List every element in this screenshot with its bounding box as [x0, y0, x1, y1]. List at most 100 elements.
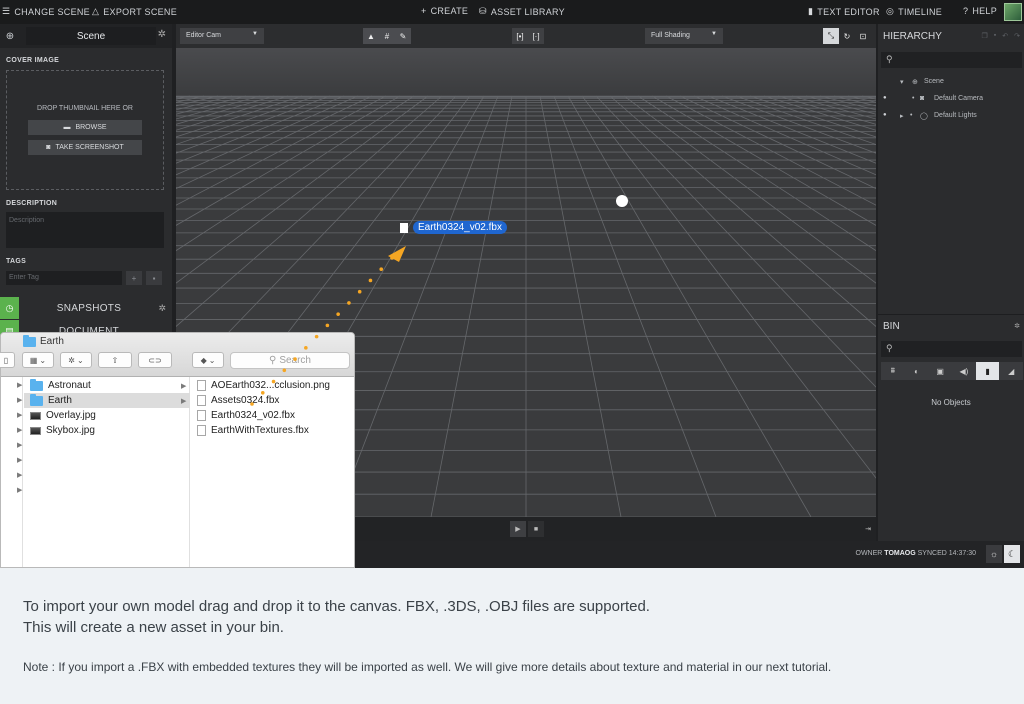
expand-arrow-icon[interactable]: ▸ [900, 112, 904, 120]
share-icon[interactable]: ⇧ [98, 352, 132, 368]
material-filter-icon[interactable]: ◐ [905, 362, 929, 380]
list-item[interactable]: Astronaut ▶ [24, 378, 190, 393]
camera-icon: ◙ [46, 144, 51, 151]
texture-filter-icon[interactable]: ▣ [928, 362, 952, 380]
finder-window[interactable]: Earth ▯ ▦ ⌄ ✲ ⌄ ⇧ ⊂⊃ ◆ ⌄ ⚲ Search ▶ ▶ ▶ ▶ [0, 332, 355, 568]
trash-icon[interactable]: ▪ [994, 32, 996, 40]
frame-all-icon[interactable]: [·] [528, 28, 544, 44]
expand-arrow-icon[interactable]: ▶ [17, 456, 22, 464]
terrain-icon[interactable]: ▲ [363, 28, 379, 44]
export-scene-button[interactable]: △ EXPORT SCENE [92, 6, 177, 17]
tag-input[interactable]: Enter Tag [6, 271, 122, 285]
create-button[interactable]: + CREATE [421, 6, 468, 16]
expand-arrow-icon[interactable]: ▶ [17, 411, 22, 419]
trash-icon[interactable]: ▪ [146, 271, 162, 285]
dropbox-button[interactable]: ◆ ⌄ [192, 352, 224, 368]
expand-arrow-icon[interactable]: ▶ [17, 426, 22, 434]
expand-arrow-icon[interactable]: ▶ [17, 486, 22, 494]
chevron-down-icon: ⌄ [77, 355, 84, 365]
list-item[interactable]: Assets0324.fbx [191, 393, 279, 408]
user-avatar[interactable] [1004, 3, 1022, 21]
grid-icon[interactable]: # [379, 28, 395, 44]
eye-icon[interactable]: ● [883, 112, 887, 118]
finder-column-earth: AOEarth032...cclusion.png Assets0324.fbx… [191, 377, 354, 567]
chevron-down-icon: ⌄ [208, 355, 216, 365]
file-icon [197, 425, 206, 436]
hierarchy-search-input[interactable]: ⚲ [881, 52, 1022, 68]
undo-icon[interactable]: ↶ [1002, 32, 1008, 40]
thumbnail-drop-zone[interactable]: DROP THUMBNAIL HERE OR ▬ BROWSE ◙ TAKE S… [6, 70, 164, 190]
gear-icon[interactable]: ✲ [158, 303, 166, 314]
camera-select[interactable]: Editor Cam ▼ [180, 28, 264, 44]
light-icon: ◯ [920, 113, 928, 120]
expand-icon[interactable]: ⇥ [860, 521, 876, 537]
change-scene-button[interactable]: ☰ CHANGE SCENE [2, 6, 90, 17]
gear-icon: ✲ [68, 355, 75, 365]
scale-icon[interactable]: ⊡ [855, 28, 871, 44]
search-icon: ⚲ [886, 343, 893, 353]
list-item-selected[interactable]: Earth ▶ [24, 393, 190, 408]
sidebar-toggle-icon[interactable]: ▯ [0, 352, 15, 368]
list-item[interactable]: Skybox.jpg [24, 423, 190, 438]
rotate-icon[interactable]: ↻ [839, 28, 855, 44]
mesh-filter-icon[interactable]: ◢ [999, 362, 1023, 380]
asset-library-button[interactable]: ⛁ ASSET LIBRARY [479, 6, 565, 17]
scene-name-field[interactable]: Scene [26, 27, 156, 45]
text-editor-button[interactable]: ▮ TEXT EDITOR [808, 6, 880, 17]
list-item[interactable]: AOEarth032...cclusion.png [191, 378, 330, 393]
gear-icon[interactable]: ✲ [1014, 322, 1020, 330]
redo-icon[interactable]: ↷ [1014, 32, 1020, 40]
take-screenshot-button[interactable]: ◙ TAKE SCREENSHOT [28, 140, 142, 155]
tree-item-scene[interactable]: ▾ ⊕ Scene [878, 74, 1024, 90]
add-tag-button[interactable]: + [126, 271, 142, 285]
gear-icon[interactable]: ✲ [158, 29, 166, 40]
moon-icon[interactable]: ☾ [1004, 545, 1020, 563]
stop-icon[interactable]: ■ [528, 521, 544, 537]
expand-arrow-icon[interactable]: ▾ [900, 78, 904, 86]
finder-search-input[interactable]: ⚲ Search [230, 352, 350, 369]
chevron-down-icon: ▼ [252, 31, 258, 37]
pencil-icon[interactable]: ✎ [395, 28, 411, 44]
menu-icon: ☰ [2, 6, 11, 16]
list-item[interactable]: Earth0324_v02.fbx [191, 408, 295, 423]
duplicate-icon[interactable]: ❐ [981, 32, 987, 40]
play-icon[interactable]: ▶ [510, 521, 526, 537]
list-item[interactable]: EarthWithTextures.fbx [191, 423, 309, 438]
snapshots-label: SNAPSHOTS [56, 302, 122, 314]
tree-item-default-lights[interactable]: ● ▸ • ◯ Default Lights [878, 108, 1024, 124]
shading-select[interactable]: Full Shading ▼ [645, 28, 723, 44]
drop-thumbnail-text: DROP THUMBNAIL HERE OR [37, 105, 133, 112]
view-options-button[interactable]: ▦ ⌄ [22, 352, 54, 368]
document-filter-icon[interactable]: ▮ [975, 362, 1000, 380]
snapshots-section[interactable]: ◷ SNAPSHOTS ✲ [0, 297, 172, 319]
tag-icon[interactable]: ⊂⊃ [138, 352, 172, 368]
move-icon[interactable]: ⤡ [823, 28, 839, 44]
description-field[interactable]: Description [6, 212, 164, 248]
globe-icon[interactable]: ⊕ [0, 24, 20, 48]
scene-filter-icon[interactable]: ⩩ [881, 362, 905, 380]
bin-search-input[interactable]: ⚲ [881, 341, 1022, 357]
expand-arrow-icon[interactable]: ▶ [17, 396, 22, 404]
timeline-button[interactable]: ◎ TIMELINE [886, 6, 942, 17]
timeline-icon: ◎ [886, 6, 895, 16]
viewport-toolbar: Editor Cam ▼ ▲ # ✎ [•] [·] Full Shading … [176, 24, 876, 48]
image-file-icon [30, 426, 41, 435]
browse-button[interactable]: ▬ BROWSE [28, 120, 142, 135]
frame-selection-icon[interactable]: [•] [512, 28, 528, 44]
list-item[interactable]: Overlay.jpg [24, 408, 190, 423]
expand-arrow-icon[interactable]: ▶ [17, 381, 22, 389]
caption-main-text: To import your own model drag and drop i… [23, 596, 650, 638]
panel-divider[interactable] [878, 314, 1024, 315]
tree-item-default-camera[interactable]: ● • ◙ Default Camera [878, 91, 1024, 107]
action-button[interactable]: ✲ ⌄ [60, 352, 92, 368]
sound-filter-icon[interactable]: ◀) [952, 362, 976, 380]
transform-group: ⤡ ↻ ⊡ [823, 28, 871, 44]
expand-arrow-icon[interactable]: ▶ [17, 441, 22, 449]
top-menu-bar: ☰ CHANGE SCENE △ EXPORT SCENE + CREATE ⛁… [0, 0, 1024, 24]
light-gizmo[interactable] [616, 195, 628, 207]
eye-icon[interactable]: ● [883, 95, 887, 101]
expand-arrow-icon[interactable]: ▶ [17, 471, 22, 479]
help-button[interactable]: ? HELP [963, 6, 997, 16]
tags-label: TAGS [6, 258, 27, 265]
sun-icon[interactable]: ☼ [986, 545, 1002, 563]
